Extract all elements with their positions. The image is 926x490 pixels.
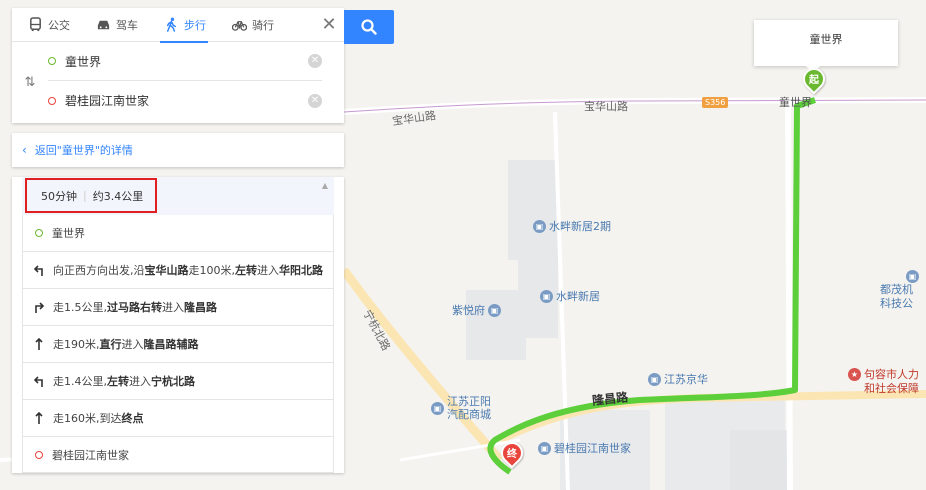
transport-mode-tabs: 公交 驾车 步行 骑行 ✕ bbox=[12, 8, 344, 43]
route-summary[interactable]: 50分钟 | 约3.4公里 ▲ bbox=[22, 177, 334, 215]
turn-right-icon bbox=[33, 301, 53, 313]
close-icon[interactable]: ✕ bbox=[314, 8, 344, 42]
step-start[interactable]: 童世界 bbox=[23, 215, 333, 252]
step-end[interactable]: 碧桂园江南世家 bbox=[23, 437, 333, 473]
poi-jurong[interactable]: ★ 句容市人力 和社会保障 bbox=[848, 368, 919, 396]
end-field[interactable]: 碧桂园江南世家 ✕ bbox=[48, 81, 322, 120]
map-block bbox=[508, 160, 558, 260]
building-icon: ▣ bbox=[533, 219, 546, 233]
collapse-icon[interactable]: ▲ bbox=[322, 181, 328, 190]
start-field[interactable]: 童世界 ✕ bbox=[48, 42, 322, 81]
clear-icon[interactable]: ✕ bbox=[308, 93, 322, 108]
road-label-baohuashan: 宝华山路 bbox=[584, 100, 628, 113]
map-block bbox=[466, 290, 526, 360]
turn-left-icon bbox=[33, 375, 53, 387]
tab-walk[interactable]: 步行 bbox=[150, 8, 218, 43]
turn-left-icon bbox=[33, 264, 53, 276]
route-panel: 公交 驾车 步行 骑行 ✕ ⇅ 童世界 ✕ 碧桂园江南世家 ✕ ‹ 返回"童世界… bbox=[12, 8, 394, 473]
chevron-left-icon: ‹ bbox=[22, 143, 27, 157]
straight-arrow-icon bbox=[33, 338, 53, 350]
search-button[interactable] bbox=[344, 10, 394, 44]
swap-icon[interactable]: ⇅ bbox=[12, 42, 48, 123]
building-icon: ▣ bbox=[538, 441, 551, 455]
back-to-detail-link[interactable]: ‹ 返回"童世界"的详情 bbox=[12, 133, 344, 167]
start-dot-icon bbox=[35, 229, 43, 237]
step-item[interactable]: 走1.5公里,过马路右转进入隆昌路 bbox=[23, 289, 333, 326]
poi-zhengyang[interactable]: ▣ 江苏正阳 汽配商城 bbox=[431, 395, 491, 421]
shop-icon: ▣ bbox=[431, 401, 444, 415]
search-icon bbox=[361, 19, 377, 35]
bus-icon bbox=[30, 17, 41, 32]
walk-icon bbox=[167, 17, 176, 32]
clear-icon[interactable]: ✕ bbox=[308, 54, 322, 68]
route-steps: 童世界 向正西方向出发,沿宝华山路走100米,左转进入华阳北路 走1.5公里,过… bbox=[22, 215, 334, 473]
building-icon: ▣ bbox=[906, 270, 919, 283]
end-dot-icon bbox=[48, 96, 56, 105]
step-item[interactable]: 向正西方向出发,沿宝华山路走100米,左转进入华阳北路 bbox=[23, 252, 333, 289]
building-icon: ▣ bbox=[648, 372, 661, 386]
car-icon bbox=[97, 20, 110, 30]
highway-shield: S356 bbox=[702, 97, 729, 108]
end-marker[interactable]: 终 bbox=[496, 437, 528, 472]
step-item[interactable]: 走160米,到达终点 bbox=[23, 400, 333, 437]
building-icon: ▣ bbox=[540, 289, 553, 303]
route-duration: 50分钟 bbox=[41, 189, 77, 203]
start-dot-icon bbox=[48, 57, 56, 65]
step-item[interactable]: 走1.4公里,左转进入宁杭北路 bbox=[23, 363, 333, 400]
poi-jiangsujinghua[interactable]: ▣ 江苏京华 bbox=[648, 371, 708, 387]
map-block bbox=[730, 430, 790, 490]
route-distance: 约3.4公里 bbox=[92, 189, 144, 203]
road-minor bbox=[785, 99, 793, 490]
route-detail-card: 50分钟 | 约3.4公里 ▲ 童世界 向正西方向出发,沿宝华山路走100米,左… bbox=[12, 177, 344, 473]
end-dot-icon bbox=[35, 450, 43, 459]
route-summary-highlight: 50分钟 | 约3.4公里 bbox=[25, 178, 157, 213]
poi-shuipan[interactable]: ▣ 水畔新居 bbox=[540, 288, 600, 304]
poi-shuipan-2[interactable]: ▣ 水畔新居2期 bbox=[533, 218, 611, 234]
poi-doumao[interactable]: ▣ 都茂机 科技公 bbox=[880, 270, 919, 311]
bike-icon bbox=[232, 21, 247, 31]
straight-arrow-icon bbox=[33, 412, 53, 424]
poi-biguiyuan[interactable]: ▣ 碧桂园江南世家 bbox=[538, 440, 631, 456]
tab-bus[interactable]: 公交 bbox=[14, 8, 82, 42]
poi-ziyue[interactable]: 紫悦府 ▣ bbox=[452, 302, 501, 318]
tab-drive[interactable]: 驾车 bbox=[82, 8, 150, 42]
tab-bike[interactable]: 骑行 bbox=[218, 8, 286, 42]
step-item[interactable]: 走190米,直行进入隆昌路辅路 bbox=[23, 326, 333, 363]
government-icon: ★ bbox=[848, 368, 861, 381]
poi-callout[interactable]: 童世界 bbox=[754, 20, 898, 73]
start-marker[interactable]: 起 bbox=[798, 63, 830, 98]
building-icon: ▣ bbox=[488, 303, 501, 317]
route-search-card: 公交 驾车 步行 骑行 ✕ ⇅ 童世界 ✕ 碧桂园江南世家 ✕ bbox=[12, 8, 394, 123]
route-inputs: ⇅ 童世界 ✕ 碧桂园江南世家 ✕ bbox=[12, 42, 344, 123]
